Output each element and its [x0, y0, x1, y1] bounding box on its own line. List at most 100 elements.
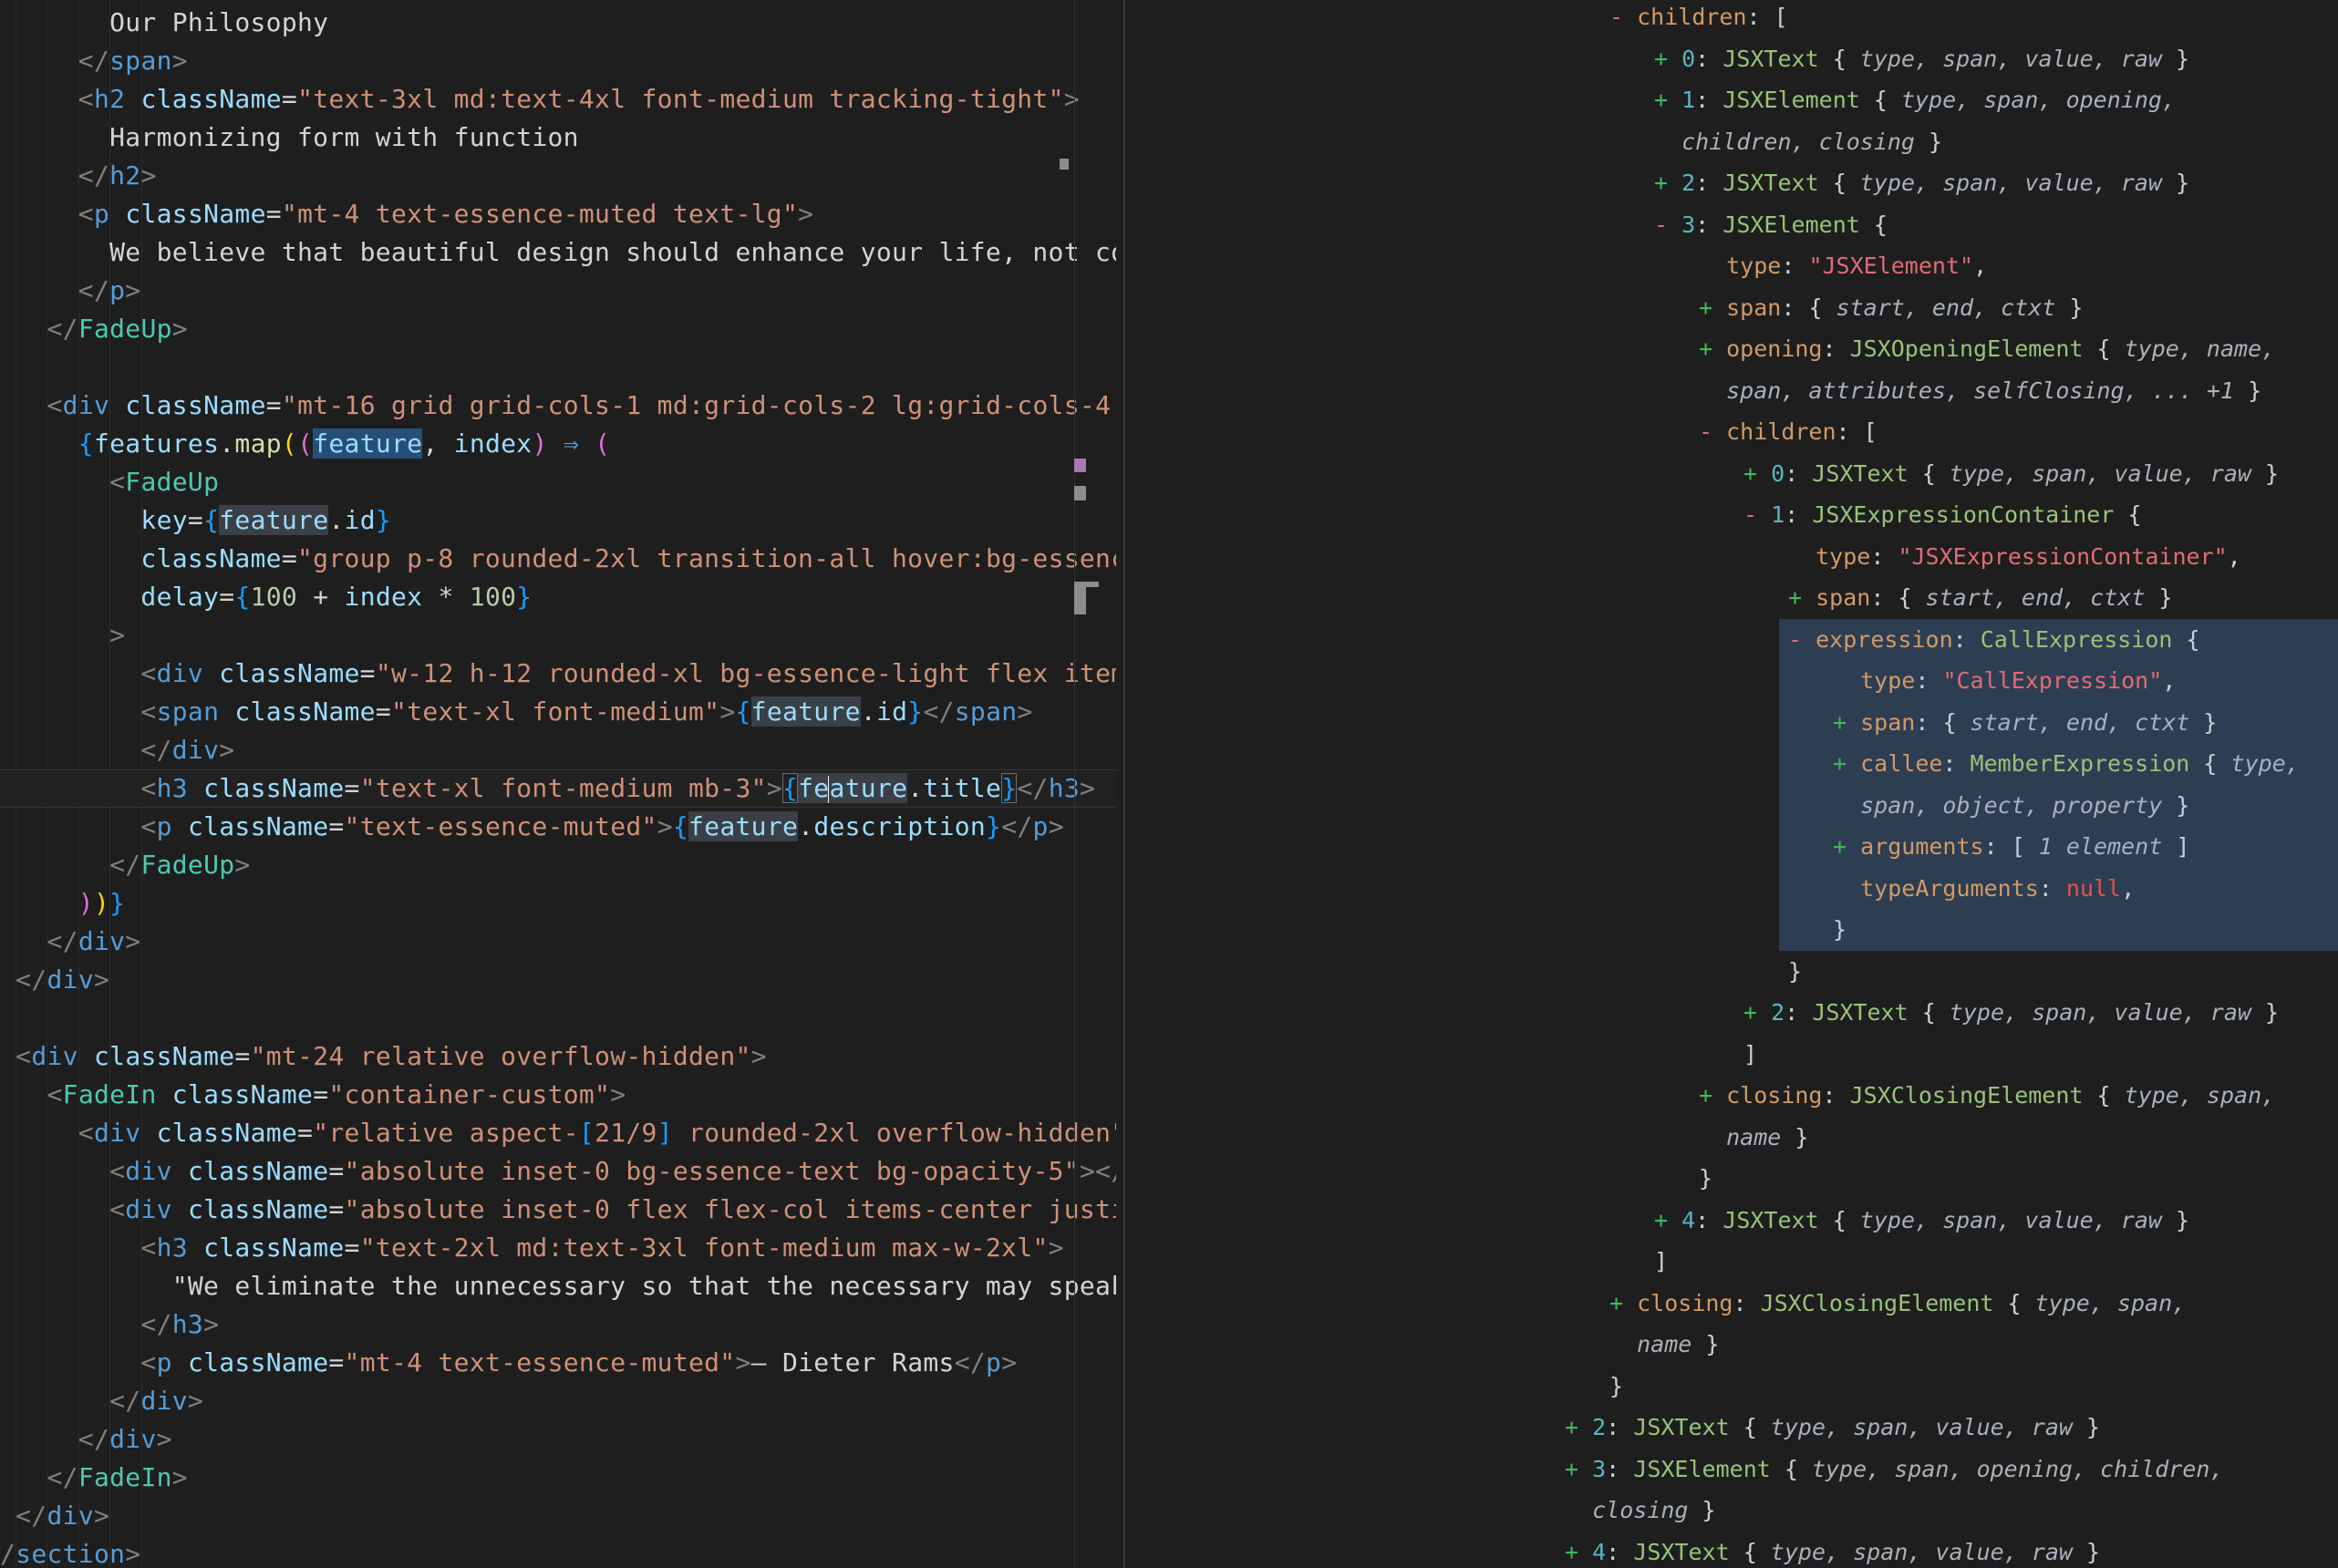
expand-plus-icon[interactable]: +: [1565, 1539, 1592, 1565]
ast-row[interactable]: + 2: JSXText { type, span, value, raw }: [1126, 992, 2338, 1034]
ast-tree-pane[interactable]: - children: [+ 0: JSXText { type, span, …: [1126, 0, 2338, 1568]
expand-plus-icon[interactable]: +: [1654, 170, 1681, 196]
ast-row[interactable]: name }: [1126, 1324, 2338, 1366]
code-line[interactable]: [0, 999, 1116, 1037]
ast-row-highlighted[interactable]: + callee: MemberExpression { type,: [1126, 743, 2338, 785]
ast-row[interactable]: + 0: JSXText { type, span, value, raw }: [1126, 453, 2338, 495]
ast-row-highlighted[interactable]: span, object, property }: [1126, 785, 2338, 827]
ast-row[interactable]: span, attributes, selfClosing, ... +1 }: [1126, 370, 2338, 412]
ast-row-highlighted[interactable]: + arguments: [ 1 element ]: [1126, 826, 2338, 868]
code-line[interactable]: delay={100 + index * 100}: [0, 578, 1116, 616]
ast-row[interactable]: + 2: JSXText { type, span, value, raw }: [1126, 162, 2338, 204]
code-line[interactable]: /section>: [0, 1535, 1116, 1568]
ast-row[interactable]: - 3: JSXElement {: [1126, 204, 2338, 246]
code-line[interactable]: <div className="w-12 h-12 rounded-xl bg-…: [0, 655, 1116, 693]
ast-row[interactable]: type: "JSXElement",: [1126, 245, 2338, 287]
code-line[interactable]: [0, 348, 1116, 387]
ast-row[interactable]: + closing: JSXClosingElement { type, spa…: [1126, 1075, 2338, 1117]
code-line[interactable]: ))}: [0, 884, 1116, 923]
collapse-minus-icon[interactable]: -: [1788, 626, 1816, 653]
code-line[interactable]: <FadeIn className="container-custom">: [0, 1076, 1116, 1114]
ast-row-highlighted[interactable]: - expression: CallExpression {: [1126, 619, 2338, 661]
ast-row[interactable]: + 4: JSXText { type, span, value, raw }: [1126, 1200, 2338, 1242]
code-line[interactable]: <p className="mt-4 text-essence-muted">—…: [0, 1344, 1116, 1382]
ast-row[interactable]: ]: [1126, 1241, 2338, 1283]
ast-row[interactable]: type: "JSXExpressionContainer",: [1126, 536, 2338, 578]
ast-row[interactable]: name }: [1126, 1117, 2338, 1159]
expand-plus-icon[interactable]: +: [1609, 1290, 1637, 1316]
code-line[interactable]: >: [0, 616, 1116, 655]
collapse-minus-icon[interactable]: -: [1699, 418, 1726, 445]
ast-row-highlighted[interactable]: typeArguments: null,: [1126, 868, 2338, 910]
collapse-minus-icon[interactable]: -: [1654, 211, 1681, 238]
code-line[interactable]: <div className="relative aspect-[21/9] r…: [0, 1114, 1116, 1152]
ast-row[interactable]: - children: [: [1126, 411, 2338, 453]
ast-row[interactable]: + opening: JSXOpeningElement { type, nam…: [1126, 328, 2338, 370]
pane-divider[interactable]: [1123, 0, 1125, 1568]
expand-plus-icon[interactable]: +: [1743, 460, 1771, 487]
expand-plus-icon[interactable]: +: [1833, 709, 1860, 736]
ast-row[interactable]: + span: { start, end, ctxt }: [1126, 577, 2338, 619]
ast-row[interactable]: }: [1126, 1366, 2338, 1408]
code-line[interactable]: <div className="absolute inset-0 bg-esse…: [0, 1152, 1116, 1191]
code-line[interactable]: <div className="absolute inset-0 flex fl…: [0, 1191, 1116, 1229]
expand-plus-icon[interactable]: +: [1833, 750, 1860, 777]
code-line[interactable]: </div>: [0, 1497, 1116, 1535]
code-line[interactable]: <h2 className="text-3xl md:text-4xl font…: [0, 80, 1116, 119]
code-line[interactable]: <p className="mt-4 text-essence-muted te…: [0, 195, 1116, 233]
ast-row-highlighted[interactable]: }: [1126, 909, 2338, 951]
collapse-minus-icon[interactable]: -: [1609, 4, 1637, 30]
expand-plus-icon[interactable]: +: [1654, 1207, 1681, 1233]
code-line[interactable]: className="group p-8 rounded-2xl transit…: [0, 540, 1116, 578]
expand-plus-icon[interactable]: +: [1699, 335, 1726, 362]
ast-row[interactable]: ]: [1126, 1034, 2338, 1076]
code-line[interactable]: </div>: [0, 1382, 1116, 1420]
code-line[interactable]: <div className="mt-24 relative overflow-…: [0, 1037, 1116, 1076]
code-line[interactable]: </h3>: [0, 1305, 1116, 1344]
code-editor-pane[interactable]: Our Philosophy </span> <h2 className="te…: [0, 0, 1124, 1568]
ast-row-highlighted[interactable]: + span: { start, end, ctxt }: [1126, 702, 2338, 744]
code-line[interactable]: "We eliminate the unnecessary so that th…: [0, 1267, 1116, 1305]
code-line-current[interactable]: <h3 className="text-xl font-medium mb-3"…: [0, 769, 1116, 808]
code-line[interactable]: <span className="text-xl font-medium">{f…: [0, 693, 1116, 731]
code-line[interactable]: </div>: [0, 731, 1116, 769]
code-line[interactable]: </div>: [0, 1420, 1116, 1459]
ast-row[interactable]: + 4: JSXText { type, span, value, raw }: [1126, 1532, 2338, 1568]
code-line[interactable]: key={feature.id}: [0, 501, 1116, 540]
expand-plus-icon[interactable]: +: [1788, 584, 1816, 611]
ast-row[interactable]: + closing: JSXClosingElement { type, spa…: [1126, 1283, 2338, 1325]
ast-row[interactable]: children, closing }: [1126, 121, 2338, 163]
code-line[interactable]: Our Philosophy: [0, 4, 1116, 42]
collapse-minus-icon[interactable]: -: [1743, 501, 1771, 528]
code-line[interactable]: </div>: [0, 961, 1116, 999]
code-line[interactable]: {features.map((feature, index) ⇒ (: [0, 425, 1116, 463]
code-line[interactable]: </FadeUp>: [0, 310, 1116, 348]
ast-row[interactable]: closing }: [1126, 1490, 2338, 1532]
code-line[interactable]: Harmonizing form with function: [0, 119, 1116, 157]
code-line[interactable]: </h2>: [0, 157, 1116, 195]
code-line[interactable]: </span>: [0, 42, 1116, 80]
ast-row-highlighted[interactable]: type: "CallExpression",: [1126, 660, 2338, 702]
expand-plus-icon[interactable]: +: [1699, 1082, 1726, 1109]
code-line[interactable]: </div>: [0, 923, 1116, 961]
ast-row[interactable]: - children: [: [1126, 0, 2338, 38]
ast-row[interactable]: }: [1126, 1158, 2338, 1200]
expand-plus-icon[interactable]: +: [1654, 46, 1681, 72]
code-line[interactable]: <div className="mt-16 grid grid-cols-1 m…: [0, 387, 1116, 425]
ast-row[interactable]: - 1: JSXExpressionContainer {: [1126, 494, 2338, 536]
code-line[interactable]: <p className="text-essence-muted">{featu…: [0, 808, 1116, 846]
expand-plus-icon[interactable]: +: [1565, 1456, 1592, 1482]
overview-ruler[interactable]: [1074, 0, 1075, 1568]
code-line[interactable]: <h3 className="text-2xl md:text-3xl font…: [0, 1229, 1116, 1267]
code-line[interactable]: We believe that beautiful design should …: [0, 233, 1116, 272]
code-line[interactable]: </FadeUp>: [0, 846, 1116, 884]
expand-plus-icon[interactable]: +: [1565, 1414, 1592, 1440]
code-line[interactable]: </FadeIn>: [0, 1459, 1116, 1497]
expand-plus-icon[interactable]: +: [1654, 87, 1681, 113]
code-line[interactable]: </p>: [0, 272, 1116, 310]
ast-row[interactable]: }: [1126, 951, 2338, 993]
expand-plus-icon[interactable]: +: [1833, 833, 1860, 860]
ast-row[interactable]: + 0: JSXText { type, span, value, raw }: [1126, 38, 2338, 80]
expand-plus-icon[interactable]: +: [1699, 294, 1726, 321]
ast-row[interactable]: + 3: JSXElement { type, span, opening, c…: [1126, 1449, 2338, 1491]
